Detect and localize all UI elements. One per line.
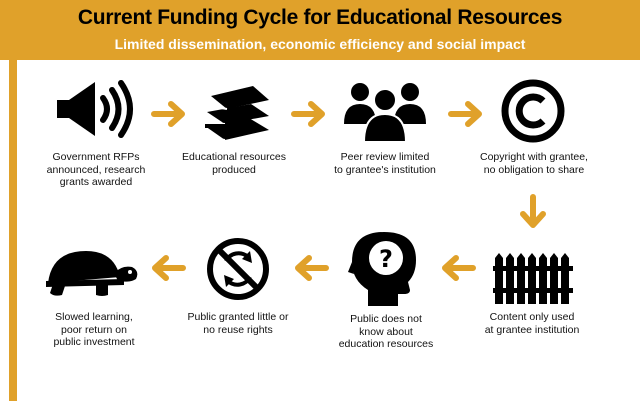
step-label-reuse-rights: Public granted little or no reuse rights — [187, 311, 289, 336]
people-icon — [342, 78, 428, 144]
step-label-copyright: Copyright with grantee, no obligation to… — [480, 151, 588, 176]
arrow-right-icon — [291, 99, 327, 129]
page-subtitle: Limited dissemination, economic efficien… — [114, 36, 526, 52]
megaphone-icon — [55, 78, 135, 140]
fence-icon — [493, 252, 573, 304]
page-title: Current Funding Cycle for Educational Re… — [77, 6, 563, 29]
copyright-icon — [500, 78, 566, 144]
arrow-left-icon — [150, 253, 186, 283]
no-recycle-icon — [206, 237, 270, 301]
step-label-peer-review: Peer review limited to grantee's institu… — [334, 151, 436, 176]
arrow-down-icon — [518, 194, 548, 230]
step-label-rfps: Government RFPs announced, research gran… — [46, 151, 146, 188]
arrow-left-icon — [293, 253, 329, 283]
step-label-content-used: Content only used at grantee institution — [484, 311, 580, 336]
step-label-slowed-learning: Slowed learning, poor return on public i… — [53, 311, 135, 348]
svg-text:?: ? — [379, 245, 393, 273]
turtle-icon — [44, 247, 140, 299]
arrow-right-icon — [448, 99, 484, 129]
arrow-left-icon — [440, 253, 476, 283]
step-label-produced: Educational resources produced — [182, 151, 286, 176]
head-question-icon: ? — [348, 228, 422, 308]
arrow-right-icon — [151, 99, 187, 129]
books-icon — [201, 78, 273, 142]
header-banner: Current Funding Cycle for Educational Re… — [0, 0, 640, 60]
left-accent-bar — [9, 60, 17, 401]
step-label-public-unaware: Public does not know about education res… — [338, 313, 434, 350]
